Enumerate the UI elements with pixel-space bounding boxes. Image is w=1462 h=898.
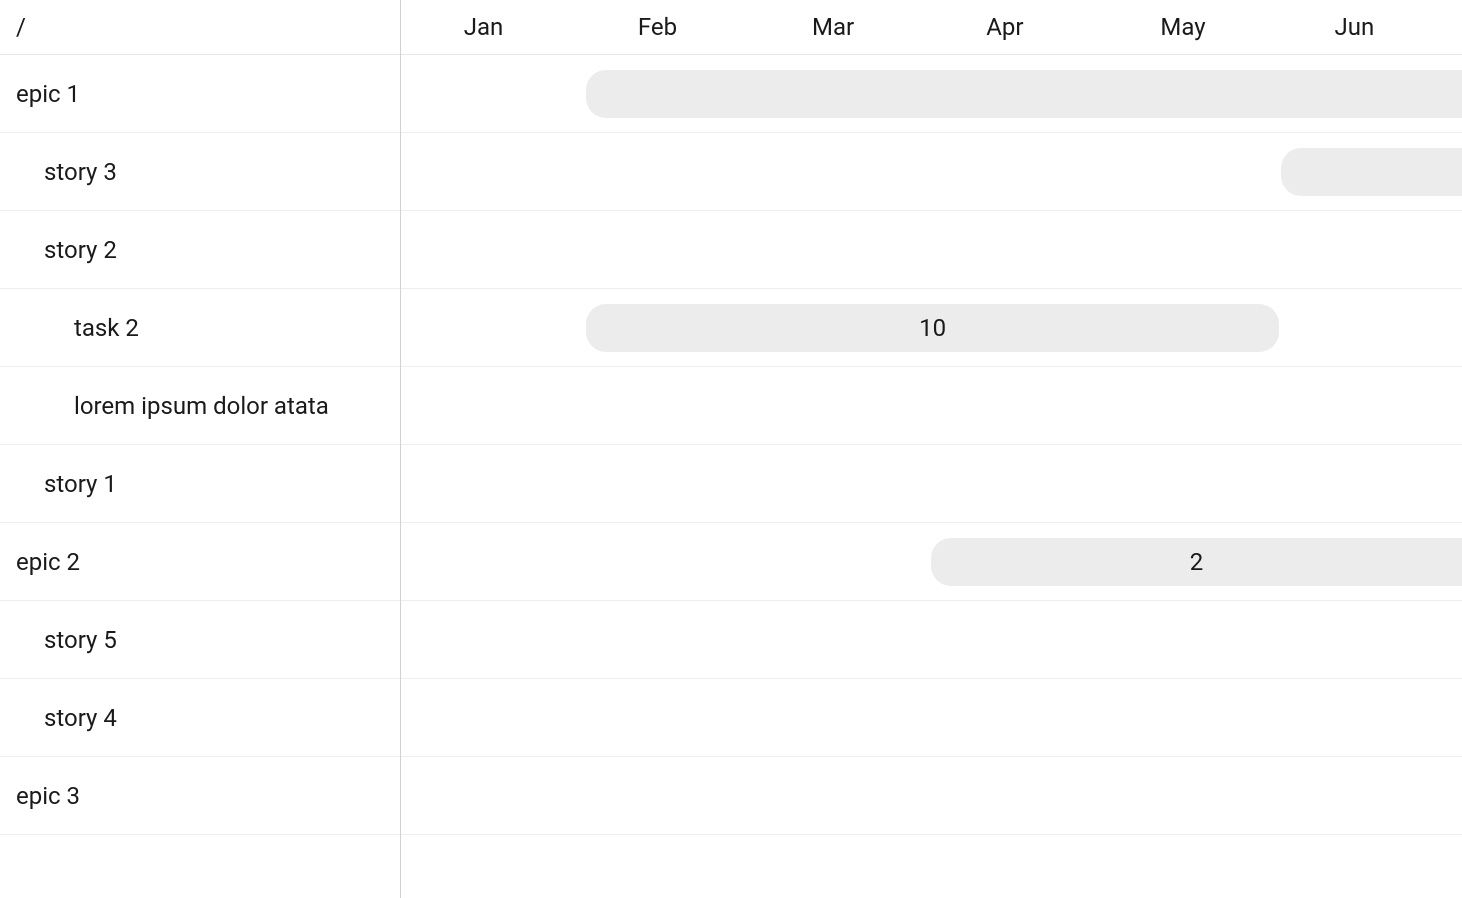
gantt-side-column: / epic 1 story 3 story 2 task 2 lorem ipsum … xyxy=(0,0,400,898)
gantt-row-item[interactable]: lorem ipsum dolor atata xyxy=(0,367,400,445)
gantt-time-row xyxy=(400,679,1462,757)
gantt-bar-value: 2 xyxy=(1190,548,1204,576)
gantt-row-label: lorem ipsum dolor atata xyxy=(74,392,329,420)
gantt-time-row xyxy=(400,211,1462,289)
gantt-row-item[interactable]: story 3 xyxy=(0,133,400,211)
gantt-time-row xyxy=(400,601,1462,679)
gantt-row-label: epic 2 xyxy=(16,548,80,576)
gantt-time-row: 10 xyxy=(400,289,1462,367)
gantt-row-label: epic 1 xyxy=(16,80,80,108)
gantt-row-label: story 3 xyxy=(44,158,117,186)
gantt-bar[interactable] xyxy=(1281,148,1462,196)
month-header: Apr xyxy=(986,0,1023,54)
gantt-bar[interactable]: 10 xyxy=(586,304,1280,352)
gantt-divider xyxy=(400,0,401,898)
gantt-row-label: story 4 xyxy=(44,704,117,732)
gantt-view: / epic 1 story 3 story 2 task 2 lorem ipsum … xyxy=(0,0,1462,898)
gantt-time-row xyxy=(400,133,1462,211)
month-header: May xyxy=(1160,0,1205,54)
gantt-time-row: 2 xyxy=(400,523,1462,601)
gantt-time-column: Jan Feb Mar Apr May Jun 10 2 xyxy=(400,0,1462,898)
gantt-row-label: task 2 xyxy=(74,314,139,342)
gantt-time-row xyxy=(400,55,1462,133)
gantt-row-item[interactable]: epic 1 xyxy=(0,55,400,133)
gantt-time-row xyxy=(400,757,1462,835)
gantt-row-label: story 2 xyxy=(44,236,117,264)
gantt-header-root: / xyxy=(0,0,400,55)
gantt-bar[interactable]: 2 xyxy=(931,538,1462,586)
gantt-row-item[interactable]: story 2 xyxy=(0,211,400,289)
gantt-row-label: story 1 xyxy=(44,470,117,498)
gantt-row-label: story 5 xyxy=(44,626,117,654)
gantt-row-item[interactable]: task 2 xyxy=(0,289,400,367)
month-header: Jun xyxy=(1335,0,1375,54)
gantt-time-row xyxy=(400,367,1462,445)
gantt-time-row xyxy=(400,445,1462,523)
gantt-bar[interactable] xyxy=(586,70,1462,118)
gantt-bar-value: 10 xyxy=(919,314,946,342)
gantt-time-header: Jan Feb Mar Apr May Jun xyxy=(400,0,1462,55)
gantt-row-item[interactable]: story 4 xyxy=(0,679,400,757)
gantt-row-label: epic 3 xyxy=(16,782,80,810)
gantt-row-item[interactable]: story 1 xyxy=(0,445,400,523)
month-header: Mar xyxy=(812,0,854,54)
gantt-row-item[interactable]: story 5 xyxy=(0,601,400,679)
root-label: / xyxy=(16,13,26,41)
month-header: Jan xyxy=(464,0,504,54)
gantt-row-item[interactable]: epic 2 xyxy=(0,523,400,601)
gantt-row-item[interactable]: epic 3 xyxy=(0,757,400,835)
month-header: Feb xyxy=(638,0,677,54)
